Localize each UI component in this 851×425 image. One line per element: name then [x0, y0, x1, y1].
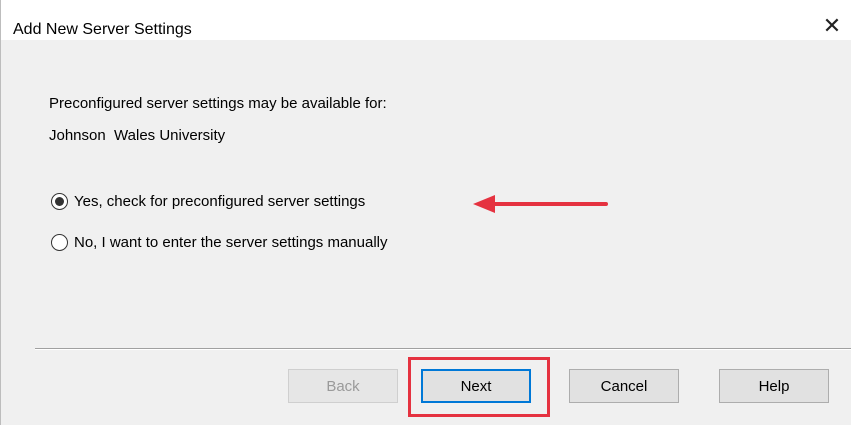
help-button[interactable]: Help	[719, 369, 829, 403]
button-separator	[35, 348, 851, 350]
add-new-server-settings-dialog: Add New Server Settings ✕ Preconfigured …	[0, 0, 851, 425]
back-button-label: Back	[326, 377, 360, 395]
radio-yes-preconfigured[interactable]: Yes, check for preconfigured server sett…	[51, 193, 365, 210]
next-button-highlight-annotation	[408, 357, 550, 417]
close-button[interactable]: ✕	[812, 12, 851, 40]
cancel-button-label: Cancel	[600, 377, 648, 395]
intro-text: Preconfigured server settings may be ava…	[49, 95, 387, 112]
organization-name: Johnson Wales University	[49, 127, 226, 144]
dialog-title: Add New Server Settings	[13, 21, 192, 38]
title-bar: Add New Server Settings ✕	[1, 0, 851, 40]
radio-button-unselected[interactable]	[51, 234, 68, 251]
red-arrow-annotation-icon	[473, 195, 608, 213]
radio-no-manual[interactable]: No, I want to enter the server settings …	[51, 234, 387, 251]
help-button-label: Help	[758, 377, 790, 395]
radio-yes-label[interactable]: Yes, check for preconfigured server sett…	[74, 193, 365, 210]
cancel-button[interactable]: Cancel	[569, 369, 679, 403]
radio-button-selected[interactable]	[51, 193, 68, 210]
back-button[interactable]: Back	[288, 369, 398, 403]
radio-selected-dot	[55, 197, 64, 206]
close-icon: ✕	[822, 13, 842, 38]
radio-no-label[interactable]: No, I want to enter the server settings …	[74, 234, 387, 251]
